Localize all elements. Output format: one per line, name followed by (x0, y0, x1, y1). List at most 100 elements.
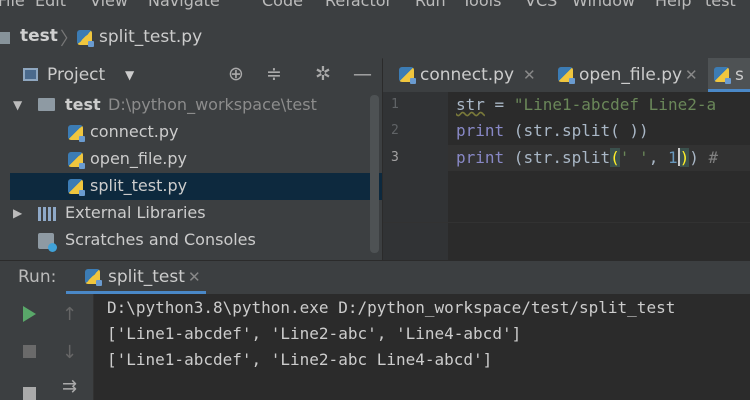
line-number: 1 (391, 97, 399, 112)
console-line: D:\python3.8\python.exe D:/python_worksp… (107, 298, 676, 317)
left-tool-strip (0, 58, 10, 260)
project-panel-header: Project ▼ ⊕ ≑ ✲ — (10, 58, 382, 92)
code-token: , (648, 148, 668, 167)
code-token: str (456, 95, 485, 114)
stop-icon[interactable] (23, 345, 36, 358)
line-number: 2 (391, 123, 399, 138)
code-token: # (698, 148, 719, 167)
code-token: = (484, 95, 514, 114)
code-token: ( (610, 148, 620, 167)
pin-icon[interactable] (23, 387, 36, 400)
tree-item-external-libraries[interactable]: ▶ External Libraries (10, 200, 382, 227)
scratches-icon (38, 233, 57, 252)
tree-item-open-file[interactable]: open_file.py (10, 146, 382, 173)
code-token: ) (679, 148, 690, 167)
collapse-all-icon[interactable]: ≑ (266, 63, 282, 85)
close-icon[interactable]: ✕ (523, 66, 536, 84)
tree-item-project-root[interactable]: ▼ test D:\python_workspace\test (10, 92, 382, 119)
run-label: Run: (18, 267, 57, 287)
menu-help[interactable]: Help (655, 0, 691, 10)
tree-item-scratches[interactable]: Scratches and Consoles (10, 227, 382, 254)
code-line-2: print (str.split( )) (456, 121, 649, 140)
line-number-gutter: 1 2 3 (383, 92, 448, 260)
tree-item-label: split_test.py (90, 176, 188, 195)
line-number: 3 (391, 150, 399, 165)
code-token: (str.split( )) (504, 121, 649, 140)
python-file-icon (77, 30, 94, 47)
locate-icon[interactable]: ⊕ (228, 63, 244, 85)
python-file-icon (399, 67, 416, 84)
arrow-up-icon[interactable]: ↑ (62, 304, 77, 325)
console-line: ['Line1-abcdef', 'Line2-abc', 'Line4-abc… (107, 324, 522, 343)
tab-split-test[interactable]: s (708, 58, 750, 92)
python-file-icon (558, 67, 575, 84)
tree-item-split-test[interactable]: split_test.py (10, 173, 382, 200)
python-run-icon (85, 269, 102, 286)
menu-vcs[interactable]: VCS (525, 0, 557, 10)
breadcrumb-project[interactable]: test (20, 26, 58, 46)
menu-tools[interactable]: Tools (462, 0, 501, 10)
menu-edit[interactable]: Edit (35, 0, 66, 10)
menu-view[interactable]: View (90, 0, 128, 10)
expand-down-icon[interactable]: ▼ (13, 98, 22, 112)
code-token: "Line1-abcdef Line2-a (513, 95, 717, 114)
menu-bar: File Edit View Navigate Code Refactor Ru… (0, 0, 750, 12)
window-title: test (705, 0, 736, 10)
tab-label: s (735, 65, 744, 85)
library-icon (38, 207, 56, 221)
code-token: print (456, 148, 505, 167)
menu-navigate[interactable]: Navigate (148, 0, 220, 10)
editor-tabs: connect.py ✕ open_file.py ✕ s (383, 58, 750, 93)
tab-label: open_file.py (579, 65, 683, 85)
tab-connect[interactable]: connect.py ✕ (383, 58, 548, 92)
folder-icon (38, 98, 55, 111)
code-editor[interactable]: str = "Line1-abcdef Line2-a print (str.s… (448, 92, 750, 260)
breadcrumb-file[interactable]: split_test.py (99, 27, 202, 47)
python-file-icon (68, 152, 85, 169)
project-view-selector[interactable]: Project (47, 65, 105, 85)
project-icon (23, 68, 38, 81)
menu-file[interactable]: File (0, 0, 25, 10)
console-line: ['Line1-abcdef', 'Line2-abc Line4-abcd'] (107, 350, 493, 369)
code-line-1: str = "Line1-abcdef Line2-a (456, 95, 716, 114)
close-icon[interactable]: ✕ (685, 66, 698, 84)
tab-open-file[interactable]: open_file.py ✕ (548, 58, 708, 92)
run-console[interactable]: D:\python3.8\python.exe D:/python_worksp… (94, 294, 750, 400)
tree-item-path: D:\python_workspace\test (108, 95, 317, 114)
tree-item-label: open_file.py (90, 149, 188, 168)
code-token: 1 (667, 148, 678, 167)
chevron-down-icon[interactable]: ▼ (125, 68, 134, 82)
project-scrollbar[interactable] (370, 95, 379, 253)
tree-item-label: Scratches and Consoles (65, 230, 256, 249)
code-token: ) (689, 148, 699, 167)
gear-icon[interactable]: ✲ (315, 63, 331, 85)
code-token: print (456, 121, 505, 140)
code-line-3: print (str.split(' ', 1)) # (456, 148, 718, 167)
menu-window[interactable]: Window (572, 0, 635, 10)
hide-icon[interactable]: — (353, 63, 372, 85)
code-token: ' ' (619, 148, 649, 167)
close-icon[interactable]: ✕ (188, 268, 201, 286)
run-toolbar: ↑ ↓ ⇉ (0, 294, 94, 400)
arrow-down-icon[interactable]: ↓ (62, 342, 77, 363)
python-file-icon (68, 179, 85, 196)
project-tree: ▼ test D:\python_workspace\test connect.… (10, 92, 382, 260)
folder-icon (0, 32, 10, 44)
rerun-icon[interactable] (23, 306, 36, 322)
python-file-icon (68, 125, 85, 142)
run-tab-split-test[interactable]: split_test (108, 267, 185, 287)
menu-code[interactable]: Code (262, 0, 303, 10)
breadcrumb: test 〉 split_test.py (0, 12, 750, 59)
tree-item-connect[interactable]: connect.py (10, 119, 382, 146)
menu-run[interactable]: Run (415, 0, 446, 10)
editor-divider (383, 222, 750, 223)
menu-refactor[interactable]: Refactor (325, 0, 392, 10)
tree-item-label: test (65, 95, 101, 114)
tree-item-label: External Libraries (65, 203, 206, 222)
run-panel-header: Run: split_test ✕ (0, 260, 750, 294)
chevron-right-icon: 〉 (60, 29, 78, 50)
soft-wrap-icon[interactable]: ⇉ (62, 376, 77, 397)
expand-right-icon[interactable]: ▶ (13, 206, 22, 220)
python-file-icon (714, 67, 731, 84)
code-token: (str.split (504, 148, 611, 167)
